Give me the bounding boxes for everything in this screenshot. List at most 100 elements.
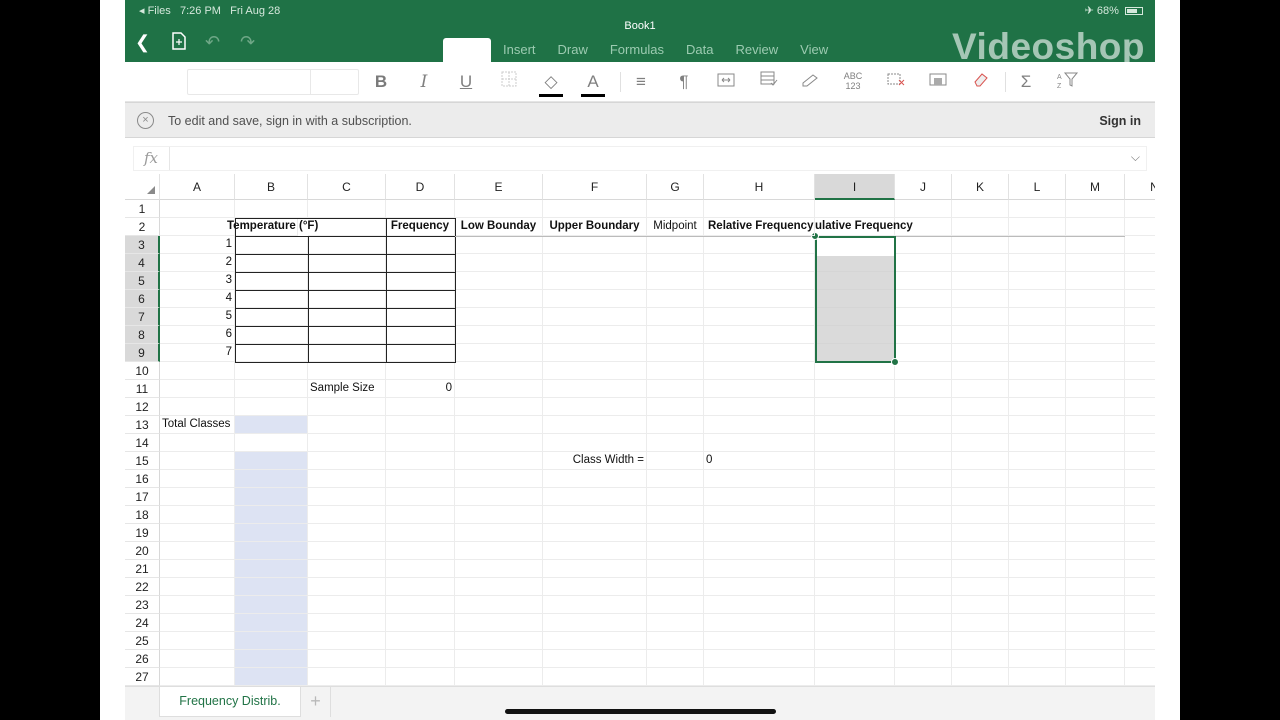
cell-e26[interactable] — [455, 650, 543, 668]
formula-bar[interactable]: fx ⌵ — [133, 146, 1147, 171]
column-header-h[interactable]: H — [704, 174, 815, 200]
cell-c20[interactable] — [308, 542, 386, 560]
cell-l24[interactable] — [1009, 614, 1066, 632]
cell-a15[interactable] — [160, 452, 235, 470]
cell-c27[interactable] — [308, 668, 386, 686]
cell-b13[interactable] — [235, 416, 308, 434]
cell-i20[interactable] — [815, 542, 895, 560]
column-header-j[interactable]: J — [895, 174, 952, 200]
cell-m17[interactable] — [1066, 488, 1125, 506]
row-header-7[interactable]: 7 — [125, 308, 160, 326]
cell-c13[interactable] — [308, 416, 386, 434]
cell-g26[interactable] — [647, 650, 704, 668]
cell-g25[interactable] — [647, 632, 704, 650]
column-header-a[interactable]: A — [160, 174, 235, 200]
row-header-13[interactable]: 13 — [125, 416, 160, 434]
cell-k19[interactable] — [952, 524, 1009, 542]
cell-k5[interactable] — [952, 272, 1009, 290]
cell-g10[interactable] — [647, 362, 704, 380]
cell-m14[interactable] — [1066, 434, 1125, 452]
row-header-21[interactable]: 21 — [125, 560, 160, 578]
cell-f11[interactable] — [543, 380, 647, 398]
cell-l14[interactable] — [1009, 434, 1066, 452]
cell-l20[interactable] — [1009, 542, 1066, 560]
insert-delete-cells-icon[interactable] — [885, 71, 907, 93]
cell-b11[interactable] — [235, 380, 308, 398]
cell-c18[interactable] — [308, 506, 386, 524]
cell-f9[interactable] — [543, 344, 647, 362]
cell-l6[interactable] — [1009, 290, 1066, 308]
cell-a26[interactable] — [160, 650, 235, 668]
cell-j20[interactable] — [895, 542, 952, 560]
row-header-18[interactable]: 18 — [125, 506, 160, 524]
cell-n8[interactable] — [1125, 326, 1155, 344]
align-left-icon[interactable]: ≡ — [630, 71, 652, 93]
cell-d14[interactable] — [386, 434, 455, 452]
cell-h1[interactable] — [704, 200, 815, 218]
cell-f2[interactable]: Upper Boundary — [543, 218, 647, 236]
cell-b16[interactable] — [235, 470, 308, 488]
cell-h26[interactable] — [704, 650, 815, 668]
cell-b3[interactable] — [235, 236, 308, 254]
row-header-27[interactable]: 27 — [125, 668, 160, 686]
column-header-k[interactable]: K — [952, 174, 1009, 200]
cell-k13[interactable] — [952, 416, 1009, 434]
cell-f21[interactable] — [543, 560, 647, 578]
cell-n11[interactable] — [1125, 380, 1155, 398]
cell-i25[interactable] — [815, 632, 895, 650]
cell-h4[interactable] — [704, 254, 815, 272]
cell-a10[interactable] — [160, 362, 235, 380]
cell-a1[interactable] — [160, 200, 235, 218]
cell-b15[interactable] — [235, 452, 308, 470]
cell-h10[interactable] — [704, 362, 815, 380]
cell-j24[interactable] — [895, 614, 952, 632]
cell-b14[interactable] — [235, 434, 308, 452]
cell-k25[interactable] — [952, 632, 1009, 650]
cell-j25[interactable] — [895, 632, 952, 650]
cell-c19[interactable] — [308, 524, 386, 542]
cell-m12[interactable] — [1066, 398, 1125, 416]
merge-cells-icon[interactable] — [715, 71, 737, 93]
cell-j18[interactable] — [895, 506, 952, 524]
cell-m25[interactable] — [1066, 632, 1125, 650]
cell-a22[interactable] — [160, 578, 235, 596]
cell-b1[interactable] — [235, 200, 308, 218]
cell-g23[interactable] — [647, 596, 704, 614]
cell-i22[interactable] — [815, 578, 895, 596]
cell-d22[interactable] — [386, 578, 455, 596]
cell-h2[interactable]: Relative Frequency — [704, 218, 815, 236]
font-color-icon[interactable]: A — [581, 71, 605, 97]
cell-d16[interactable] — [386, 470, 455, 488]
cell-k15[interactable] — [952, 452, 1009, 470]
undo-icon[interactable]: ↶ — [205, 32, 220, 53]
cell-k20[interactable] — [952, 542, 1009, 560]
cell-j1[interactable] — [895, 200, 952, 218]
cell-a17[interactable] — [160, 488, 235, 506]
cell-a16[interactable] — [160, 470, 235, 488]
cell-d19[interactable] — [386, 524, 455, 542]
cell-k26[interactable] — [952, 650, 1009, 668]
cell-n21[interactable] — [1125, 560, 1155, 578]
underline-button[interactable]: U — [455, 71, 477, 93]
row-header-2[interactable]: 2 — [125, 218, 160, 236]
row-header-6[interactable]: 6 — [125, 290, 160, 308]
back-chevron-icon[interactable]: ❮ — [135, 32, 150, 53]
cell-n3[interactable] — [1125, 236, 1155, 254]
cell-d23[interactable] — [386, 596, 455, 614]
cell-m2[interactable] — [1066, 218, 1125, 236]
cell-g17[interactable] — [647, 488, 704, 506]
row-header-12[interactable]: 12 — [125, 398, 160, 416]
cell-d26[interactable] — [386, 650, 455, 668]
cell-c22[interactable] — [308, 578, 386, 596]
cell-d3[interactable] — [386, 236, 455, 254]
cell-a24[interactable] — [160, 614, 235, 632]
row-header-11[interactable]: 11 — [125, 380, 160, 398]
cell-h20[interactable] — [704, 542, 815, 560]
row-header-16[interactable]: 16 — [125, 470, 160, 488]
cell-a4[interactable]: 2 — [160, 254, 235, 272]
cell-c15[interactable] — [308, 452, 386, 470]
cell-e9[interactable] — [455, 344, 543, 362]
cell-a5[interactable]: 3 — [160, 272, 235, 290]
cell-j22[interactable] — [895, 578, 952, 596]
cell-f19[interactable] — [543, 524, 647, 542]
